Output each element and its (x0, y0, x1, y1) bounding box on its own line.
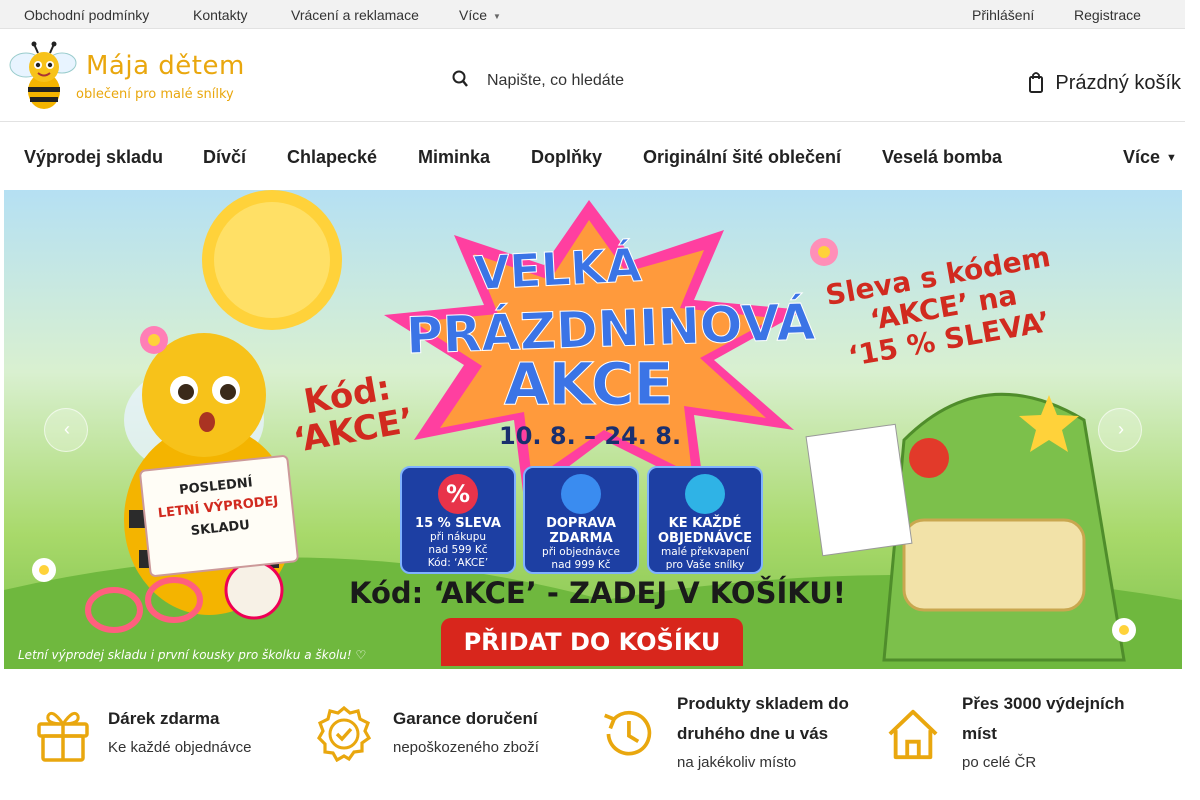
banner-box-title: 15 % SLEVA (415, 516, 501, 531)
banner-footer-text: Letní výprodej skladu i první kousky pro… (18, 648, 367, 662)
banner-box-sub: Kód: ‘AKCE’ (427, 557, 489, 569)
add-to-cart-banner-button[interactable]: PŘIDAT DO KOŠÍKU (441, 618, 743, 666)
banner-box-sub: nad 599 Kč (428, 544, 488, 556)
topbar-link-terms[interactable]: Obchodní podmínky (24, 7, 149, 23)
chevron-right-icon: › (1118, 419, 1124, 439)
banner-box-title: KE KAŽDÉ (668, 516, 742, 531)
benefit-title: Produkty skladem do (677, 694, 849, 713)
site-logo[interactable]: Mája dětem oblečení pro malé snílky (4, 41, 266, 113)
nav-item-sale[interactable]: Výprodej skladu (24, 147, 163, 168)
banner-box-title: ZDARMA (549, 531, 613, 546)
benefit-title: Přes 3000 výdejních (962, 694, 1125, 713)
benefit-subtitle: po celé ČR (962, 754, 1037, 771)
cart-label: Prázdný košík (1055, 72, 1181, 94)
shopping-bag-icon (1029, 72, 1044, 93)
banner-title-line1: VELKÁ (472, 237, 643, 301)
benefit-title: míst (962, 724, 997, 743)
banner-box-shipping: DOPRAVA ZDARMA při objednávce nad 999 Kč (523, 466, 639, 574)
truck-icon (561, 474, 601, 514)
banner-dates: 10. 8. – 24. 8. (499, 422, 682, 450)
nav-more-label: Více (1123, 147, 1161, 167)
banner-sign: POSLEDNÍ LETNÍ VÝPRODEJ SKLADU (138, 454, 300, 578)
carousel-prev-button[interactable]: ‹ (44, 408, 88, 452)
search-box[interactable]: Napište, co hledáte (452, 67, 782, 97)
header: Mája dětem oblečení pro malé snílky Napi… (0, 29, 1185, 122)
main-nav: Výprodej skladu Dívčí Chlapecké Miminka … (0, 122, 1185, 190)
banner-title-line3: AKCE (503, 350, 674, 419)
banner-box-title: DOPRAVA (546, 516, 616, 531)
nav-item-girls[interactable]: Dívčí (203, 147, 246, 168)
search-input[interactable]: Napište, co hledáte (487, 72, 624, 90)
nav-item-original-clothing[interactable]: Originální šité oblečení (643, 147, 841, 168)
promo-banner[interactable]: VELKÁ PRÁZDNINOVÁ AKCE 10. 8. – 24. 8. K… (4, 190, 1182, 669)
benefit-title: druhého dne u vás (677, 724, 829, 743)
logo-subtitle: oblečení pro malé snílky (76, 87, 234, 102)
banner-box-discount: % 15 % SLEVA při nákupu nad 599 Kč Kód: … (400, 466, 516, 574)
login-link[interactable]: Přihlášení (972, 7, 1034, 23)
chevron-down-icon: ▼ (493, 12, 501, 21)
gift-icon (37, 711, 89, 762)
home-icon (888, 709, 938, 760)
banner-box-sub: při objednávce (542, 546, 620, 558)
banner-box-title: OBJEDNÁVCE (657, 531, 752, 546)
benefit-title: Dárek zdarma (108, 709, 220, 728)
gift-icon (685, 474, 725, 514)
benefit-title: Garance doručení (393, 709, 538, 728)
benefit-subtitle: Ke každé objednávce (108, 739, 252, 756)
banner-box-gift: KE KAŽDÉ OBJEDNÁVCE malé překvapení pro … (647, 466, 763, 574)
topbar-more-label: Více (459, 7, 488, 23)
banner-box-sub: malé překvapení (660, 546, 749, 558)
register-link[interactable]: Registrace (1074, 7, 1141, 23)
logo-title: Mája dětem (86, 51, 245, 81)
benefit-subtitle: nepoškozeného zboží (393, 739, 539, 756)
percent-icon: % (438, 474, 478, 514)
nav-item-babies[interactable]: Miminka (418, 147, 490, 168)
search-icon (452, 70, 468, 87)
nav-item-vesela-bomba[interactable]: Veselá bomba (882, 147, 1002, 168)
badge-check-icon (317, 706, 371, 762)
topbar-more-menu[interactable]: Více ▼ (459, 7, 501, 23)
nav-more-menu[interactable]: Více ▼ (1123, 147, 1177, 168)
banner-box-sub: nad 999 Kč (551, 559, 611, 571)
top-bar: Obchodní podmínky Kontakty Vrácení a rek… (0, 0, 1185, 29)
benefits-strip: Dárek zdarma Ke každé objednávce Garance… (0, 669, 1185, 800)
carousel-next-button[interactable]: › (1098, 408, 1142, 452)
nav-item-boys[interactable]: Chlapecké (287, 147, 377, 168)
benefit-subtitle: na jakékoliv místo (677, 754, 797, 771)
clock-history-icon (604, 710, 652, 756)
topbar-link-returns[interactable]: Vrácení a reklamace (291, 7, 419, 23)
banner-box-sub: při nákupu (429, 531, 487, 543)
topbar-link-contacts[interactable]: Kontakty (193, 7, 247, 23)
chevron-left-icon: ‹ (64, 419, 70, 439)
cart-button[interactable]: Prázdný košík (1029, 71, 1181, 97)
banner-cta-line: Kód: ‘AKCE’ - ZADEJ V KOŠÍKU! (349, 576, 846, 610)
chevron-down-icon: ▼ (1166, 152, 1177, 164)
banner-box-sub: pro Vaše snílky (665, 559, 745, 571)
nav-item-accessories[interactable]: Doplňky (531, 147, 602, 168)
bee-logo-icon (9, 41, 77, 109)
